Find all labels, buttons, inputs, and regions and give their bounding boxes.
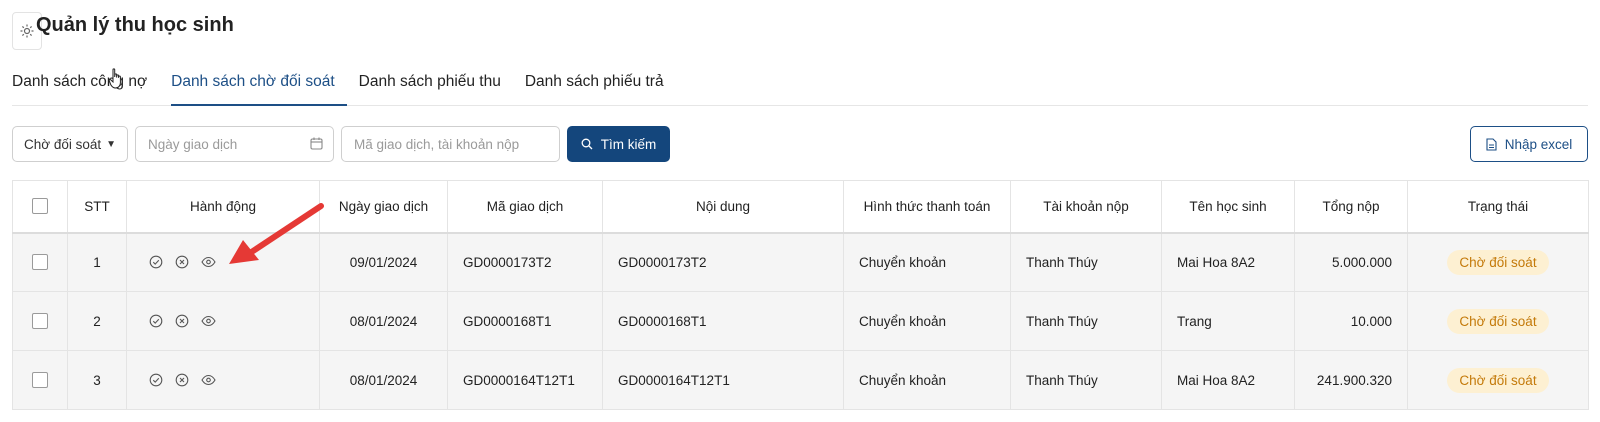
search-input[interactable]: Mã giao dịch, tài khoản nộp <box>341 126 560 162</box>
search-placeholder: Mã giao dịch, tài khoản nộp <box>354 136 520 152</box>
date-placeholder: Ngày giao dịch <box>148 136 238 152</box>
total-cell: 10.000 <box>1294 291 1408 351</box>
row-checkbox[interactable] <box>32 254 48 271</box>
method-cell: Chuyển khoản <box>843 350 1011 410</box>
filter-bar: Chờ đối soát ▼ Ngày giao dịch Mã giao dị… <box>12 126 1588 162</box>
student-cell: Trang <box>1161 291 1295 351</box>
tab-refund-slips[interactable]: Danh sách phiếu trả <box>525 70 676 106</box>
header-method: Hình thức thanh toán <box>843 180 1011 234</box>
total-cell: 241.900.320 <box>1294 350 1408 410</box>
gear-icon <box>20 24 34 38</box>
eye-icon[interactable] <box>201 255 216 269</box>
import-excel-label: Nhập excel <box>1504 136 1573 152</box>
status-badge: Chờ đối soát <box>1447 249 1549 275</box>
account-cell: Thanh Thúy <box>1010 350 1162 410</box>
header-account: Tài khoản nộp <box>1010 180 1162 234</box>
stt-cell: 2 <box>67 291 127 351</box>
eye-icon[interactable] <box>201 373 216 387</box>
header-status: Trạng thái <box>1407 180 1589 234</box>
search-button[interactable]: Tìm kiếm <box>567 126 670 162</box>
calendar-icon <box>310 137 323 150</box>
row-checkbox[interactable] <box>32 313 48 330</box>
date-cell: 08/01/2024 <box>319 350 448 410</box>
header-stt: STT <box>67 180 127 234</box>
eye-icon[interactable] <box>201 314 216 328</box>
code-cell: GD0000173T2 <box>447 232 603 292</box>
check-circle-icon[interactable] <box>149 373 163 387</box>
code-cell: GD0000168T1 <box>447 291 603 351</box>
x-circle-icon[interactable] <box>175 314 189 328</box>
check-circle-icon[interactable] <box>149 314 163 328</box>
header-student: Tên học sinh <box>1161 180 1295 234</box>
status-badge: Chờ đối soát <box>1447 367 1549 393</box>
status-cell: Chờ đối soát <box>1407 350 1589 410</box>
header-date: Ngày giao dịch <box>319 180 448 234</box>
table-row: 3 08/01/2024 GD0000164T12T1 GD0000164T12… <box>12 350 1589 410</box>
stt-cell: 3 <box>67 350 127 410</box>
header-content: Nội dung <box>602 180 844 234</box>
tab-pending-reconciliation[interactable]: Danh sách chờ đối soát <box>171 70 347 106</box>
file-icon <box>1486 137 1497 151</box>
row-checkbox[interactable] <box>32 372 48 389</box>
import-excel-button[interactable]: Nhập excel <box>1470 126 1588 162</box>
method-cell: Chuyển khoản <box>843 232 1011 292</box>
table-row: 2 08/01/2024 GD0000168T1 GD0000168T1 Chu… <box>12 291 1589 351</box>
tab-debt-list[interactable]: Danh sách công nợ <box>12 70 159 106</box>
tab-receipts[interactable]: Danh sách phiếu thu <box>359 70 513 106</box>
row-select-cell <box>12 232 68 292</box>
date-cell: 09/01/2024 <box>319 232 448 292</box>
search-button-label: Tìm kiếm <box>600 136 657 152</box>
mouse-cursor-icon <box>108 68 121 89</box>
status-cell: Chờ đối soát <box>1407 291 1589 351</box>
x-circle-icon[interactable] <box>175 255 189 269</box>
status-badge: Chờ đối soát <box>1447 308 1549 334</box>
select-all-checkbox[interactable] <box>32 198 48 215</box>
method-cell: Chuyển khoản <box>843 291 1011 351</box>
row-select-cell <box>12 291 68 351</box>
stt-cell: 1 <box>67 232 127 292</box>
code-cell: GD0000164T12T1 <box>447 350 603 410</box>
total-cell: 5.000.000 <box>1294 232 1408 292</box>
search-icon <box>581 138 593 150</box>
page-title: Quản lý thu học sinh <box>36 14 234 36</box>
actions-cell <box>126 350 320 410</box>
annotation-arrow <box>229 203 324 264</box>
content-cell: GD0000173T2 <box>602 232 844 292</box>
content-cell: GD0000168T1 <box>602 291 844 351</box>
row-select-cell <box>12 350 68 410</box>
chevron-down-icon: ▼ <box>106 138 117 150</box>
account-cell: Thanh Thúy <box>1010 232 1162 292</box>
header-code: Mã giao dịch <box>447 180 603 234</box>
tab-bar: Danh sách công nợ Danh sách chờ đối soát… <box>12 70 1588 106</box>
student-cell: Mai Hoa 8A2 <box>1161 232 1295 292</box>
date-cell: 08/01/2024 <box>319 291 448 351</box>
status-cell: Chờ đối soát <box>1407 232 1589 292</box>
header-total: Tổng nộp <box>1294 180 1408 234</box>
x-circle-icon[interactable] <box>175 373 189 387</box>
date-input[interactable]: Ngày giao dịch <box>135 126 334 162</box>
select-all-cell <box>12 180 68 234</box>
student-cell: Mai Hoa 8A2 <box>1161 350 1295 410</box>
status-select[interactable]: Chờ đối soát ▼ <box>12 126 128 162</box>
content-cell: GD0000164T12T1 <box>602 350 844 410</box>
actions-cell <box>126 291 320 351</box>
status-select-value: Chờ đối soát <box>24 136 102 152</box>
account-cell: Thanh Thúy <box>1010 291 1162 351</box>
check-circle-icon[interactable] <box>149 255 163 269</box>
